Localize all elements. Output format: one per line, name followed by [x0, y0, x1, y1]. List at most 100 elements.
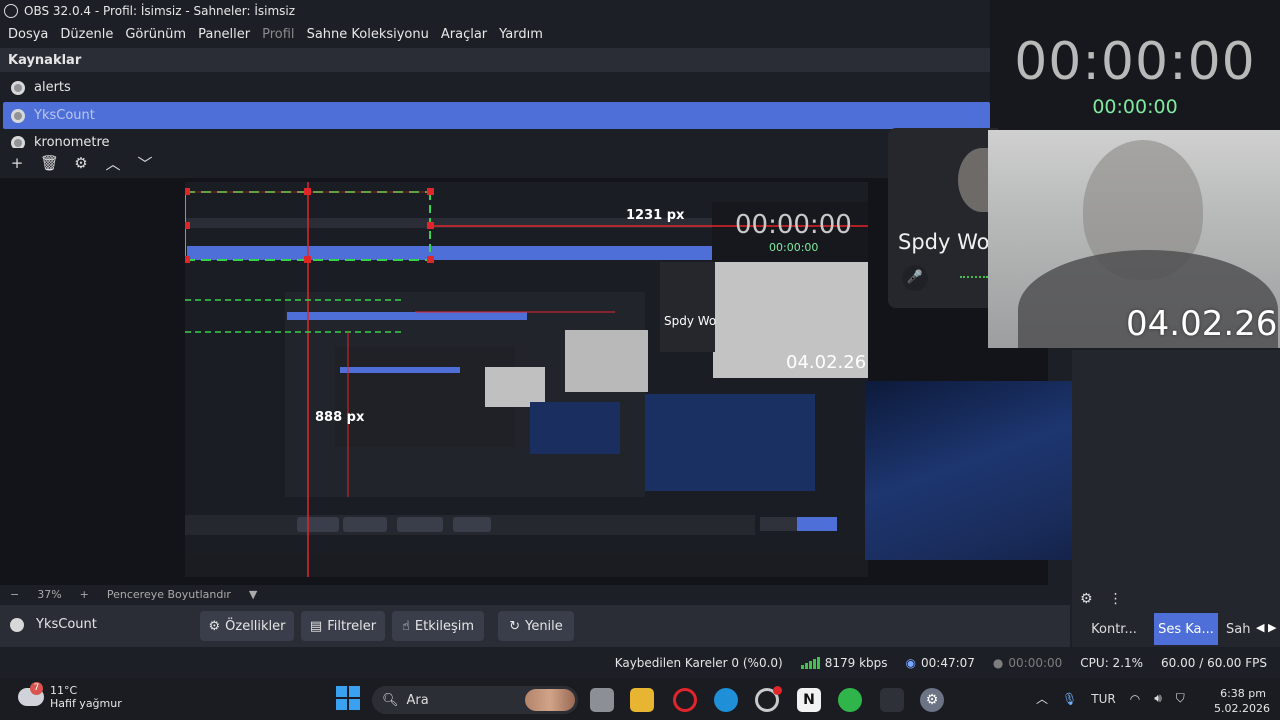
- cloud-rain-icon: 7: [18, 682, 44, 706]
- menu-scene-collection[interactable]: Sahne Koleksiyonu: [307, 27, 429, 42]
- tab-scroll-right-icon[interactable]: ▶: [1268, 621, 1276, 634]
- selected-source: YksCount: [10, 617, 97, 632]
- source-label: YksCount: [34, 108, 95, 123]
- nested-display-capture: 1231 px 888 px 00:00:00 00:00:00 Spdy Wo…: [185, 182, 868, 577]
- menu-profile[interactable]: Profil: [262, 27, 294, 42]
- wifi-icon[interactable]: ◠: [1130, 692, 1140, 706]
- filter-icon: ▤: [309, 618, 323, 634]
- task-view-icon[interactable]: [590, 688, 614, 712]
- gear-icon: ⚙: [208, 618, 221, 634]
- move-up-chevron-icon[interactable]: ︿: [104, 153, 122, 174]
- opera-icon[interactable]: [673, 688, 697, 712]
- menu-edit[interactable]: Düzenle: [60, 27, 113, 42]
- zoom-in-icon[interactable]: +: [80, 588, 89, 601]
- browser-source-icon: [11, 80, 25, 95]
- nested-width-measure: 1231 px: [626, 208, 685, 223]
- settings-gear-icon[interactable]: ⚙: [920, 688, 944, 712]
- interact-button[interactable]: ☝ Etkileşim: [392, 611, 484, 641]
- add-source-icon[interactable]: +: [8, 154, 26, 172]
- remove-source-icon[interactable]: 🗑: [40, 154, 59, 172]
- volume-icon[interactable]: 🔊︎: [1154, 691, 1162, 706]
- clock-time: 6:38 pm: [1220, 687, 1266, 700]
- file-explorer-icon[interactable]: [630, 688, 654, 712]
- menu-docks[interactable]: Paneller: [198, 27, 250, 42]
- microphone-icon: 🎤: [902, 265, 928, 291]
- search-placeholder: Ara: [406, 692, 429, 708]
- zoom-dropdown-chevron-icon[interactable]: ▼: [249, 588, 257, 601]
- browser-source-icon: [11, 108, 25, 123]
- source-item-ykscount[interactable]: YksCount: [3, 102, 990, 129]
- source-item-kronometre[interactable]: kronometre: [3, 130, 990, 148]
- window-title: OBS 32.0.4 - Profil: İsimsiz - Sahneler:…: [24, 4, 296, 18]
- notion-icon[interactable]: N: [797, 688, 821, 712]
- search-highlight-image: [525, 689, 575, 711]
- fit-to-window-label[interactable]: Pencereye Boyutlandır: [107, 588, 231, 601]
- dropped-frames: Kaybedilen Kareler 0 (%0.0): [614, 656, 783, 670]
- weather-widget[interactable]: 7 11°C Hafif yağmur: [18, 682, 122, 710]
- filters-button[interactable]: ▤ Filtreler: [301, 611, 385, 641]
- tab-scene-transitions[interactable]: Sah: [1226, 613, 1256, 645]
- edge-icon[interactable]: [714, 688, 738, 712]
- nested-timer-sub: 00:00:00: [769, 241, 819, 254]
- weather-temperature: 11°C: [50, 684, 78, 697]
- source-item-alerts[interactable]: alerts: [3, 74, 990, 101]
- tray-microphone-icon[interactable]: 🎙︎: [1062, 692, 1077, 706]
- timer-main: 00:00:00: [1014, 32, 1256, 92]
- app-icon[interactable]: [880, 688, 904, 712]
- move-down-chevron-icon[interactable]: ﹀: [136, 153, 154, 174]
- properties-button[interactable]: ⚙ Özellikler: [200, 611, 294, 641]
- menu-view[interactable]: Görünüm: [125, 27, 186, 42]
- voice-activity-indicator: [960, 276, 988, 278]
- shield-icon[interactable]: ⛉: [1176, 691, 1185, 706]
- menu-tools[interactable]: Araçlar: [441, 27, 487, 42]
- sources-toolbar: + 🗑 ⚙ ︿ ﹀: [0, 150, 898, 176]
- browser-source-icon: [11, 136, 25, 148]
- menu-bar: Dosya Düzenle Görünüm Paneller Profil Sa…: [0, 22, 992, 46]
- nested-capture-graphic: [185, 182, 868, 577]
- search-icon: 🔍︎: [382, 692, 399, 708]
- taskbar-search[interactable]: 🔍︎ Ara: [372, 686, 578, 714]
- start-windows-icon[interactable]: [336, 686, 360, 710]
- obs-logo-icon: [4, 4, 18, 18]
- refresh-icon: ↻: [509, 618, 521, 634]
- language-indicator[interactable]: TUR: [1091, 692, 1115, 706]
- source-settings-gear-icon[interactable]: ⚙: [72, 154, 90, 172]
- webcam-date: 04.02.26: [1126, 304, 1278, 344]
- tab-scroll-left-icon[interactable]: ◀: [1256, 621, 1264, 634]
- zoom-out-icon[interactable]: −: [10, 588, 19, 601]
- recording-icon: ◉: [905, 656, 916, 670]
- recording-badge: [773, 686, 782, 695]
- source-label: kronometre: [34, 135, 110, 148]
- discord-username: Spdy Wo: [898, 230, 990, 254]
- nested-timer: 00:00:00: [735, 210, 852, 240]
- selected-source-name: YksCount: [36, 617, 97, 632]
- menu-help[interactable]: Yardım: [499, 27, 543, 42]
- tab-audio-mixer[interactable]: Ses Ka...: [1154, 613, 1218, 645]
- source-label: alerts: [34, 80, 71, 95]
- cpu-usage: CPU: 2.1%: [1080, 656, 1144, 670]
- nested-webcam-date: 04.02.26: [786, 352, 867, 373]
- system-tray: ︿ 🎙︎ TUR ◠ 🔊︎ ⛉: [1036, 690, 1185, 707]
- stream-status: ● 00:00:00: [993, 656, 1062, 670]
- dock-settings-gear-icon[interactable]: ⚙: [1080, 591, 1093, 607]
- refresh-button[interactable]: ↻ Yenile: [498, 611, 574, 641]
- notification-badge: 7: [30, 682, 43, 695]
- fps-counter: 60.00 / 60.00 FPS: [1161, 656, 1267, 670]
- nested-discord-name: Spdy Wo: [664, 314, 717, 328]
- taskbar-clock[interactable]: 6:38 pm 5.02.2026: [1214, 686, 1270, 716]
- weather-description: Hafif yağmur: [50, 697, 122, 710]
- status-bar: Kaybedilen Kareler 0 (%0.0) 8179 kbps ◉ …: [0, 650, 1280, 676]
- title-bar: OBS 32.0.4 - Profil: İsimsiz - Sahneler:…: [0, 0, 990, 22]
- bitrate-value: 8179 kbps: [824, 656, 888, 670]
- nested-height-measure: 888 px: [315, 410, 365, 425]
- tab-controls[interactable]: Kontr...: [1080, 613, 1148, 645]
- stream-time: 00:00:00: [1008, 656, 1063, 670]
- tray-chevron-up-icon[interactable]: ︿: [1036, 690, 1048, 707]
- menu-file[interactable]: Dosya: [8, 27, 48, 42]
- sources-dock-title: Kaynaklar: [0, 48, 990, 72]
- whatsapp-icon[interactable]: [838, 688, 862, 712]
- hand-pointer-icon: ☝: [401, 618, 410, 634]
- signal-bars-icon: [800, 657, 820, 669]
- more-options-icon[interactable]: ⋮: [1109, 591, 1123, 607]
- browser-source-icon: [10, 617, 24, 632]
